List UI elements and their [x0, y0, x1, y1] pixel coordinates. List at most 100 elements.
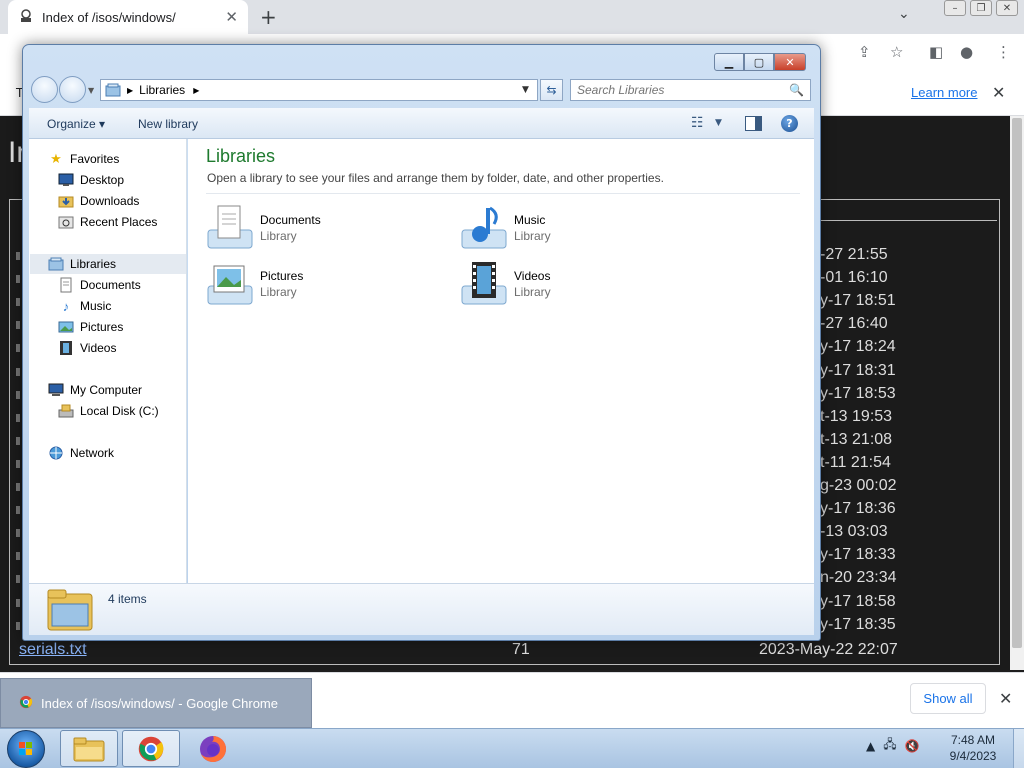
nav-favorites[interactable]: ★ Favorites: [48, 149, 119, 169]
nav-videos[interactable]: Videos: [58, 338, 116, 358]
browser-tab[interactable]: Index of /isos/windows/ ✕: [8, 0, 248, 34]
tab-search-chevron-icon[interactable]: ⌄: [898, 6, 910, 22]
breadcrumb-separator-icon[interactable]: ▶: [193, 86, 199, 95]
infobar-close-icon[interactable]: ✕: [992, 83, 1005, 102]
nav-network[interactable]: Network: [48, 443, 114, 463]
listing-date: y-17 18:36: [820, 500, 896, 517]
library-videos[interactable]: Videos Library: [460, 259, 660, 309]
share-icon[interactable]: ⇪: [858, 43, 871, 61]
library-name: Pictures: [260, 269, 304, 283]
taskbar-clock[interactable]: 7:48 AM 9/4/2023: [940, 732, 1006, 764]
bookmark-star-icon[interactable]: ☆: [890, 43, 903, 61]
documents-library-icon: [207, 205, 253, 249]
file-date: 2023-May-22 22:07: [759, 641, 898, 658]
pictures-icon: [58, 319, 74, 335]
listing-row-edge: [16, 552, 20, 560]
organize-button[interactable]: Organize ▾: [47, 117, 105, 131]
taskbar-chrome-button[interactable]: [122, 730, 180, 767]
browser-minimize-button[interactable]: –: [944, 0, 966, 16]
taskbar-explorer-button[interactable]: [60, 730, 118, 767]
preview-pane-button[interactable]: [745, 116, 762, 131]
listing-date: t-13 21:08: [820, 431, 893, 448]
taskbar-firefox-button[interactable]: [184, 730, 242, 767]
nav-music[interactable]: ♪ Music: [58, 296, 112, 316]
start-button[interactable]: [7, 730, 45, 768]
network-tray-icon[interactable]: 🖧: [883, 735, 896, 756]
libraries-icon: [48, 256, 64, 272]
recent-places-icon: [58, 214, 74, 230]
page-scrollbar-thumb[interactable]: [1012, 118, 1022, 648]
music-icon: ♪: [62, 298, 70, 314]
explorer-minimize-button[interactable]: ▁: [714, 53, 744, 71]
tab-close-icon[interactable]: ✕: [225, 8, 238, 26]
listing-date: n-20 23:34: [820, 569, 897, 586]
search-icon[interactable]: 🔍: [789, 83, 804, 97]
network-icon: [48, 445, 64, 461]
desktop-icon: [58, 172, 74, 188]
nav-libraries[interactable]: Libraries: [48, 254, 116, 274]
library-pictures[interactable]: Pictures Library: [206, 259, 406, 309]
new-library-button[interactable]: New library: [138, 117, 198, 131]
nav-my-computer[interactable]: My Computer: [48, 380, 142, 400]
show-desktop-button[interactable]: [1013, 729, 1024, 768]
download-item[interactable]: Index of /isos/windows/ - Google Chrome: [0, 678, 312, 728]
listing-row-edge: [16, 575, 20, 583]
library-documents[interactable]: Documents Library: [206, 203, 406, 253]
back-button[interactable]: [31, 76, 58, 103]
help-button[interactable]: ?: [781, 115, 798, 132]
browser-restore-button[interactable]: ❐: [970, 0, 992, 16]
listing-row-edge: [16, 622, 20, 630]
listing-date: t-13 19:53: [820, 408, 893, 425]
address-bar[interactable]: ▶ Libraries ▶: [100, 79, 538, 101]
file-size: 71: [512, 641, 530, 658]
breadcrumb-separator-icon[interactable]: ▶: [127, 86, 133, 95]
nav-documents[interactable]: Documents: [58, 275, 141, 295]
address-dropdown-icon[interactable]: ▼: [522, 85, 529, 95]
windows-logo-icon: [19, 742, 32, 755]
change-view-icon[interactable]: ☷: [691, 115, 704, 131]
download-item-label: Index of /isos/windows/ - Google Chrome: [41, 695, 278, 711]
side-panel-icon[interactable]: ◧: [929, 43, 943, 61]
firefox-icon: [200, 735, 226, 762]
listing-date: t-11 21:54: [820, 454, 891, 471]
breadcrumb-libraries[interactable]: Libraries: [139, 83, 185, 97]
library-music[interactable]: Music Library: [460, 203, 660, 253]
listing-date: -27 21:55: [820, 246, 888, 263]
view-dropdown-icon[interactable]: ▼: [715, 118, 722, 128]
downloads-close-icon[interactable]: ✕: [999, 689, 1012, 708]
volume-muted-icon[interactable]: 🔇: [905, 739, 920, 753]
nav-desktop[interactable]: Desktop: [58, 170, 124, 190]
explorer-close-button[interactable]: ✕: [774, 53, 806, 71]
content-divider: [206, 193, 800, 194]
new-tab-button[interactable]: +: [260, 5, 277, 29]
browser-close-button[interactable]: ✕: [996, 0, 1018, 16]
refresh-button[interactable]: ⇆: [540, 79, 563, 101]
listing-row-edge: [16, 252, 20, 260]
library-type: Library: [514, 285, 551, 299]
listing-header-divider: [820, 220, 997, 221]
show-all-downloads-button[interactable]: Show all: [910, 683, 986, 714]
recent-pages-chevron-icon[interactable]: ▼: [88, 86, 94, 95]
browser-menu-icon[interactable]: ⋮: [996, 43, 1011, 61]
forward-button[interactable]: [59, 76, 86, 103]
nav-downloads[interactable]: Downloads: [58, 191, 139, 211]
explorer-maximize-button[interactable]: ▢: [744, 53, 774, 71]
learn-more-link[interactable]: Learn more: [911, 85, 977, 100]
clock-date: 9/4/2023: [949, 749, 997, 763]
search-box[interactable]: 🔍: [570, 79, 811, 101]
file-link-serials[interactable]: serials.txt: [19, 641, 87, 659]
nav-local-disk[interactable]: Local Disk (C:): [58, 401, 159, 421]
nav-recent-places[interactable]: Recent Places: [58, 212, 157, 232]
listing-date: g-23 00:02: [820, 477, 897, 494]
explorer-window-controls: ▁ ▢ ✕: [714, 53, 806, 71]
nav-pictures[interactable]: Pictures: [58, 317, 123, 337]
profile-avatar-icon[interactable]: ●: [960, 43, 973, 61]
videos-library-icon: [461, 262, 507, 305]
details-pane: [29, 583, 814, 635]
listing-row-edge: [16, 344, 20, 352]
chrome-icon: [138, 736, 164, 761]
search-input[interactable]: [577, 83, 790, 97]
library-name: Videos: [514, 269, 551, 283]
tray-expand-icon[interactable]: ▲: [866, 739, 875, 753]
libraries-folder-icon: [47, 589, 93, 631]
